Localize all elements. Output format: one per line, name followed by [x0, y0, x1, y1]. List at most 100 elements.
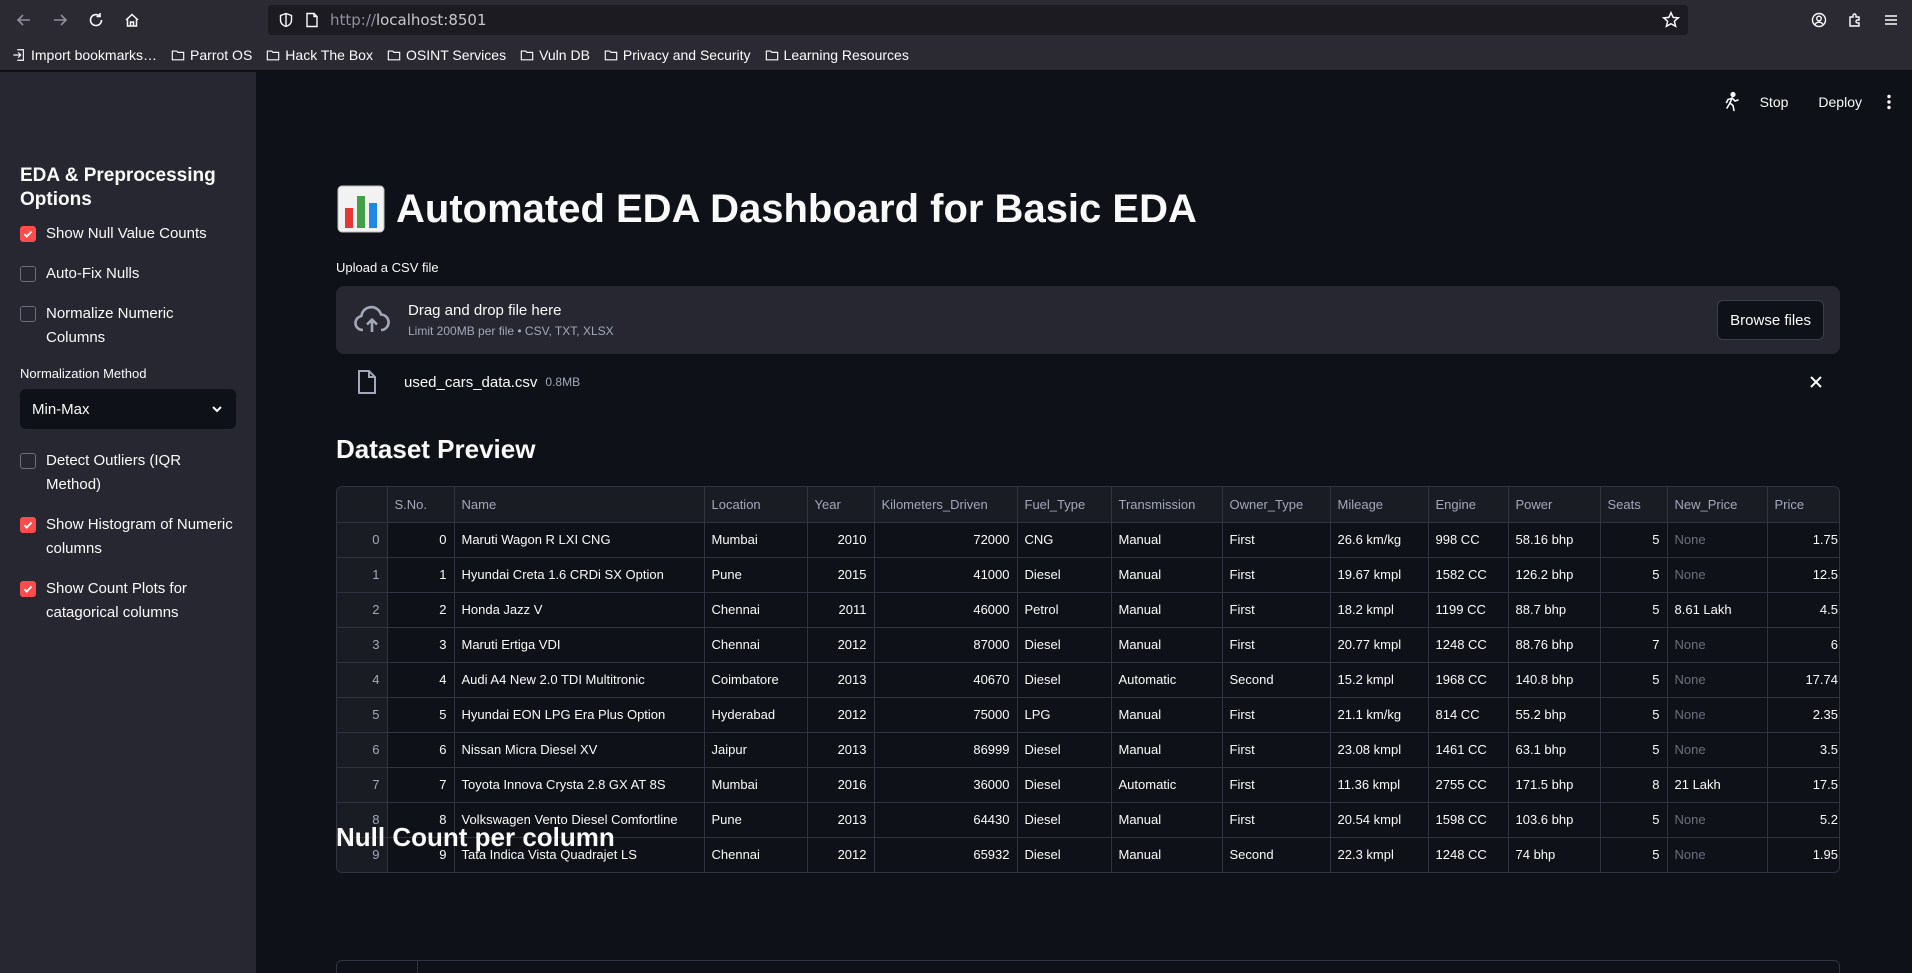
- column-header[interactable]: Fuel_Type: [1017, 487, 1112, 523]
- table-cell[interactable]: 19.67 kmpl: [1330, 557, 1429, 593]
- table-row[interactable]: 0 0 Maruti Wagon R LXI CNG Mumbai 2010 72000 C…: [337, 522, 1839, 558]
- table-cell[interactable]: 11.36 kmpl: [1330, 767, 1429, 803]
- table-cell[interactable]: 88.7 bhp: [1508, 592, 1601, 628]
- table-cell[interactable]: 2016: [807, 767, 875, 803]
- table-cell[interactable]: 5: [387, 697, 455, 733]
- table-cell[interactable]: Diesel: [1017, 662, 1112, 698]
- table-cell[interactable]: 72000: [874, 522, 1018, 558]
- checkbox-unchecked-icon[interactable]: [20, 453, 36, 469]
- table-cell[interactable]: 5: [1600, 837, 1668, 872]
- table-row[interactable]: 5 5 Hyundai EON LPG Era Plus Option Hyderab…: [337, 697, 1839, 733]
- table-cell[interactable]: Automatic: [1111, 662, 1223, 698]
- table-cell[interactable]: 5: [1600, 662, 1668, 698]
- table-cell[interactable]: Manual: [1111, 802, 1223, 838]
- table-cell[interactable]: Hyundai EON LPG Era Plus Option: [454, 697, 705, 733]
- table-cell[interactable]: Automatic: [1111, 767, 1223, 803]
- table-cell[interactable]: 22.3 kmpl: [1330, 837, 1429, 872]
- bookmark-osint-services[interactable]: OSINT Services: [387, 47, 506, 63]
- table-cell[interactable]: None: [1667, 732, 1768, 768]
- table-cell[interactable]: 88.76 bhp: [1508, 627, 1601, 663]
- table-cell[interactable]: 41000: [874, 557, 1018, 593]
- checkbox-normalize[interactable]: Normalize Numeric Columns: [20, 302, 236, 350]
- reload-icon[interactable]: [78, 2, 114, 38]
- table-cell[interactable]: Maruti Wagon R LXI CNG: [454, 522, 705, 558]
- table-cell[interactable]: Chennai: [704, 627, 808, 663]
- column-header[interactable]: Engine: [1428, 487, 1509, 523]
- column-header[interactable]: S.No.: [387, 487, 455, 523]
- row-index[interactable]: 7: [337, 767, 388, 803]
- table-cell[interactable]: 15.2 kmpl: [1330, 662, 1429, 698]
- table-cell[interactable]: 1461 CC: [1428, 732, 1509, 768]
- row-index[interactable]: 1: [337, 557, 388, 593]
- table-cell[interactable]: Diesel: [1017, 767, 1112, 803]
- table-cell[interactable]: Diesel: [1017, 557, 1112, 593]
- table-cell[interactable]: 2755 CC: [1428, 767, 1509, 803]
- table-cell[interactable]: Diesel: [1017, 627, 1112, 663]
- column-header[interactable]: Owner_Type: [1222, 487, 1331, 523]
- table-cell[interactable]: First: [1222, 767, 1331, 803]
- table-cell[interactable]: 2012: [807, 837, 875, 872]
- table-cell[interactable]: 75000: [874, 697, 1018, 733]
- table-cell[interactable]: 7: [387, 767, 455, 803]
- table-cell[interactable]: 2013: [807, 802, 875, 838]
- table-cell[interactable]: LPG: [1017, 697, 1112, 733]
- column-header[interactable]: Name: [454, 487, 705, 523]
- table-cell[interactable]: 3.5: [1767, 732, 1839, 768]
- table-cell[interactable]: 12.5: [1767, 557, 1839, 593]
- table-cell[interactable]: None: [1667, 802, 1768, 838]
- table-cell[interactable]: 7: [1600, 627, 1668, 663]
- table-cell[interactable]: None: [1667, 837, 1768, 872]
- table-cell[interactable]: 3: [387, 627, 455, 663]
- checkbox-unchecked-icon[interactable]: [20, 306, 36, 322]
- checkbox-null-counts[interactable]: Show Null Value Counts: [20, 222, 236, 246]
- column-header[interactable]: Kilometers_Driven: [874, 487, 1018, 523]
- table-cell[interactable]: Chennai: [704, 837, 808, 872]
- table-cell[interactable]: First: [1222, 697, 1331, 733]
- forward-icon[interactable]: [42, 2, 78, 38]
- table-cell[interactable]: Nissan Micra Diesel XV: [454, 732, 705, 768]
- table-cell[interactable]: Manual: [1111, 557, 1223, 593]
- null-count-table[interactable]: [336, 960, 1840, 973]
- table-cell[interactable]: Pune: [704, 802, 808, 838]
- table-cell[interactable]: 1: [387, 557, 455, 593]
- table-cell[interactable]: 64430: [874, 802, 1018, 838]
- table-cell[interactable]: 86999: [874, 732, 1018, 768]
- back-icon[interactable]: [6, 2, 42, 38]
- table-cell[interactable]: 2: [387, 592, 455, 628]
- stop-button[interactable]: Stop: [1760, 94, 1789, 110]
- table-cell[interactable]: 998 CC: [1428, 522, 1509, 558]
- column-header[interactable]: Seats: [1600, 487, 1668, 523]
- table-row[interactable]: 6 6 Nissan Micra Diesel XV Jaipur 2013 86999 D…: [337, 732, 1839, 768]
- table-cell[interactable]: Diesel: [1017, 802, 1112, 838]
- table-cell[interactable]: 4.5: [1767, 592, 1839, 628]
- table-row[interactable]: 7 7 Toyota Innova Crysta 2.8 GX AT 8S Mumba…: [337, 767, 1839, 803]
- table-row[interactable]: 1 1 Hyundai Creta 1.6 CRDi SX Option Pune 20…: [337, 557, 1839, 593]
- bookmark-vuln-db[interactable]: Vuln DB: [520, 47, 590, 63]
- column-header[interactable]: Transmission: [1111, 487, 1223, 523]
- close-icon[interactable]: [1808, 374, 1824, 390]
- table-cell[interactable]: None: [1667, 627, 1768, 663]
- table-cell[interactable]: Manual: [1111, 522, 1223, 558]
- table-cell[interactable]: Hyundai Creta 1.6 CRDi SX Option: [454, 557, 705, 593]
- table-cell[interactable]: 5: [1600, 592, 1668, 628]
- column-header[interactable]: Price: [1767, 487, 1839, 523]
- checkbox-checked-icon[interactable]: [20, 226, 36, 242]
- row-index[interactable]: 6: [337, 732, 388, 768]
- dataset-table[interactable]: S.No. Name Location Year Kilometers_Driv…: [336, 486, 1840, 873]
- bookmark-privacy-security[interactable]: Privacy and Security: [604, 47, 751, 63]
- table-cell[interactable]: Coimbatore: [704, 662, 808, 698]
- table-cell[interactable]: 20.54 kmpl: [1330, 802, 1429, 838]
- extensions-icon[interactable]: [1842, 7, 1868, 33]
- table-cell[interactable]: 21 Lakh: [1667, 767, 1768, 803]
- table-cell[interactable]: 814 CC: [1428, 697, 1509, 733]
- table-cell[interactable]: 2015: [807, 557, 875, 593]
- table-cell[interactable]: 5.2: [1767, 802, 1839, 838]
- row-index[interactable]: 5: [337, 697, 388, 733]
- table-cell[interactable]: Audi A4 New 2.0 TDI Multitronic: [454, 662, 705, 698]
- table-cell[interactable]: Jaipur: [704, 732, 808, 768]
- table-cell[interactable]: First: [1222, 592, 1331, 628]
- bookmark-hack-the-box[interactable]: Hack The Box: [266, 47, 373, 63]
- table-cell[interactable]: 1248 CC: [1428, 837, 1509, 872]
- table-row[interactable]: 3 3 Maruti Ertiga VDI Chennai 2012 87000 Diese…: [337, 627, 1839, 663]
- table-cell[interactable]: 1248 CC: [1428, 627, 1509, 663]
